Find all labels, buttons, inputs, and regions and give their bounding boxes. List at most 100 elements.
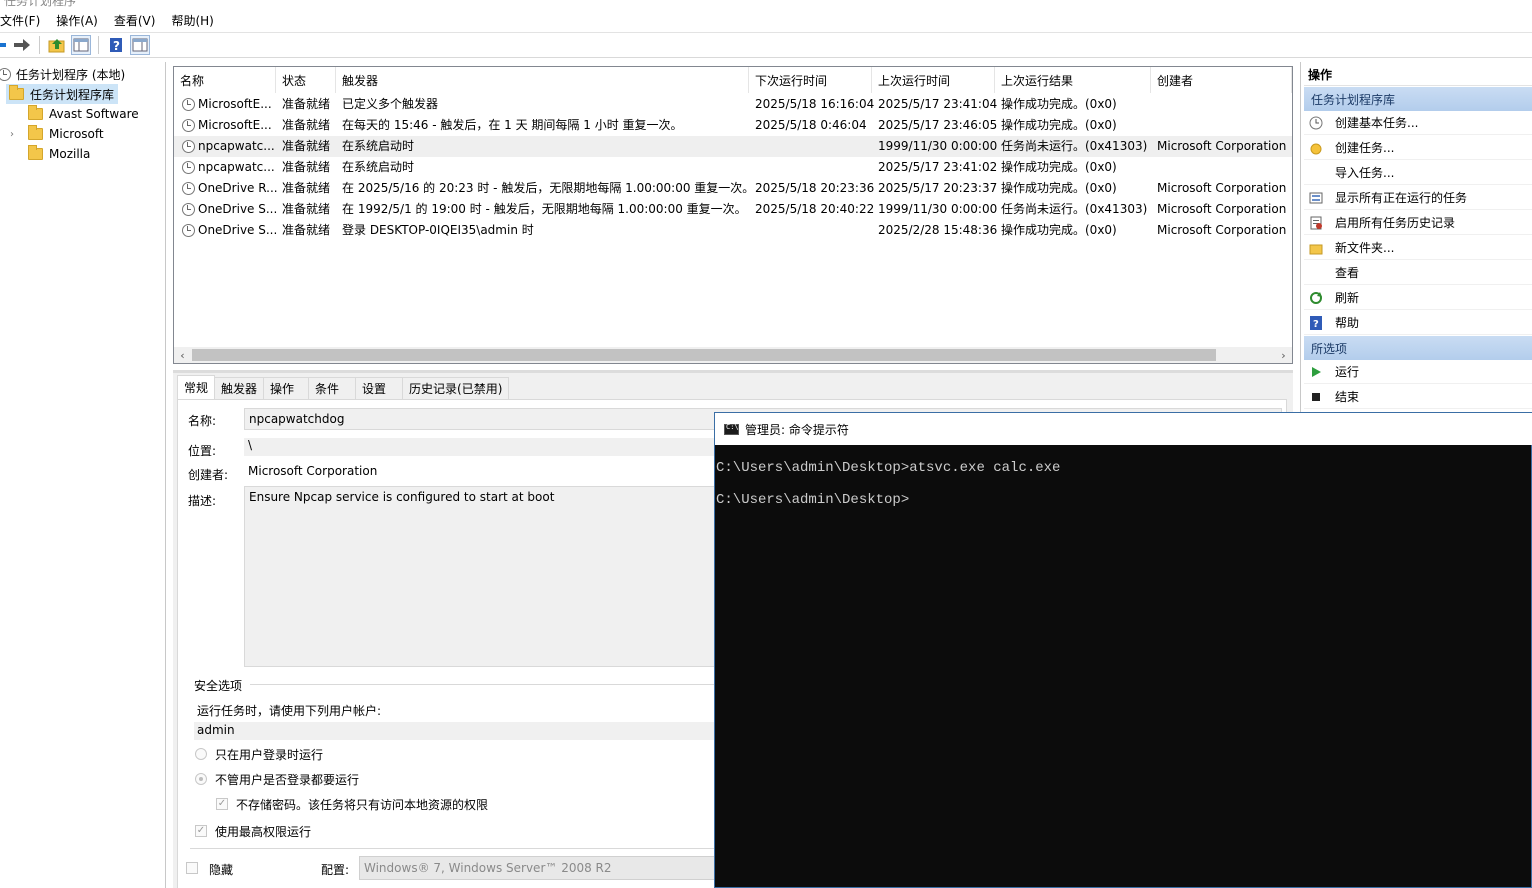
task-last-result: 任务尚未运行。(0x41303) xyxy=(1001,202,1148,216)
task-name: npcapwatc... xyxy=(198,139,275,153)
task-clock-icon xyxy=(182,119,195,132)
task-status: 准备就绪 xyxy=(282,139,331,153)
menu-file[interactable]: 文件(F) xyxy=(0,12,48,29)
actions-section-library[interactable]: 任务计划程序库 xyxy=(1304,87,1532,111)
table-row[interactable]: OneDrive R... 准备就绪在 2025/5/16 的 20:23 时 -… xyxy=(174,178,1292,199)
action-item-label: 显示所有正在运行的任务 xyxy=(1335,191,1468,205)
chevron-right-icon[interactable]: › xyxy=(10,129,28,140)
task-name: MicrosoftE... xyxy=(198,118,272,132)
radio-run-whether-logged-on[interactable] xyxy=(195,773,207,785)
cmd-prompt-line[interactable]: C:\Users\admin\Desktop> xyxy=(716,492,909,508)
checkbox-hidden[interactable] xyxy=(186,862,198,874)
up-folder-icon[interactable] xyxy=(47,35,67,55)
task-last-run: 2025/5/17 23:41:02 xyxy=(878,160,998,174)
svg-text:?: ? xyxy=(1313,319,1319,330)
table-row[interactable]: OneDrive S... 准备就绪在 1992/5/1 的 19:00 时 - … xyxy=(174,199,1292,220)
actions-header: 操作 xyxy=(1304,64,1532,86)
console-tree: 任务计划程序 (本地) 任务计划程序库 Avast Software › Mic… xyxy=(0,62,166,888)
action-item-label: 查看 xyxy=(1335,266,1360,280)
history-icon xyxy=(1309,216,1323,230)
action-item[interactable]: 创建基本任务... xyxy=(1304,111,1532,135)
column-header-trigger[interactable]: 触发器 xyxy=(336,67,749,93)
author-field[interactable]: Microsoft Corporation xyxy=(244,462,724,482)
task-status: 准备就绪 xyxy=(282,97,331,111)
column-header-name[interactable]: 名称 xyxy=(174,67,276,93)
task-next-run: 2025/5/18 0:46:04 xyxy=(755,118,867,132)
action-item-label: 结束 xyxy=(1335,390,1360,404)
do-not-store-password-label: 不存储密码。该任务将只有访问本地资源的权限 xyxy=(236,798,489,812)
scrollbar-thumb[interactable] xyxy=(192,349,1216,361)
action-item-label: 创建基本任务... xyxy=(1335,116,1419,130)
table-row[interactable]: npcapwatc... 准备就绪 在系统启动时 2025/5/17 23:41:02… xyxy=(174,157,1292,178)
column-header-status[interactable]: 状态 xyxy=(276,67,336,93)
tab-actions[interactable]: 操作 xyxy=(263,377,310,399)
tree-item-library[interactable]: 任务计划程序库 xyxy=(6,84,119,104)
action-item[interactable]: 显示所有正在运行的任务 xyxy=(1304,186,1532,210)
task-clock-icon xyxy=(182,224,195,237)
menu-help[interactable]: 帮助(H) xyxy=(171,12,221,29)
action-item[interactable]: 查看 xyxy=(1304,261,1532,285)
action-item[interactable]: 刷新 xyxy=(1304,286,1532,310)
tab-conditions[interactable]: 条件 xyxy=(308,377,357,399)
column-header-last-result[interactable]: 上次运行结果 xyxy=(995,67,1151,93)
column-header-author[interactable]: 创建者 xyxy=(1151,67,1292,93)
checkbox-highest-privileges[interactable]: ✓ xyxy=(195,825,207,837)
tab-general[interactable]: 常规 xyxy=(177,375,216,399)
cmd-output-line: C:\Users\admin\Desktop>atsvc.exe calc.ex… xyxy=(716,460,1061,476)
command-prompt-window[interactable]: 管理员: 命令提示符 C:\Users\admin\Desktop>atsvc.… xyxy=(714,412,1532,888)
task-trigger: 在 2025/5/16 的 20:23 时 - 触发后，无限期地每隔 1.00:… xyxy=(342,181,755,195)
action-item-label: 创建任务... xyxy=(1335,141,1395,155)
tree-item-mozilla[interactable]: Mozilla xyxy=(28,144,90,164)
forward-arrow-icon[interactable] xyxy=(12,35,32,55)
cmd-icon xyxy=(724,423,739,435)
refresh-icon xyxy=(1309,291,1323,305)
create-basic-task-icon xyxy=(1309,116,1323,130)
checkbox-do-not-store-password[interactable]: ✓ xyxy=(216,798,228,810)
column-header-next-run[interactable]: 下次运行时间 xyxy=(749,67,872,93)
hidden-label: 隐藏 xyxy=(209,863,234,877)
show-hide-console-tree-icon[interactable] xyxy=(71,35,91,55)
menu-action[interactable]: 操作(A) xyxy=(56,12,106,29)
scroll-left-icon[interactable]: ‹ xyxy=(174,347,191,363)
tree-item-avast[interactable]: Avast Software xyxy=(28,104,139,124)
radio-run-only-logged-on[interactable] xyxy=(195,748,207,760)
running-tasks-icon xyxy=(1309,191,1323,205)
tab-triggers[interactable]: 触发器 xyxy=(214,377,265,399)
table-row[interactable]: npcapwatc... 准备就绪 在系统启动时 1999/11/30 0:00:00… xyxy=(174,136,1292,157)
tree-item-microsoft[interactable]: › Microsoft xyxy=(10,124,104,144)
tree-item-root[interactable]: 任务计划程序 (本地) xyxy=(0,64,125,84)
menu-view[interactable]: 查看(V) xyxy=(114,12,164,29)
action-item[interactable]: 结束 xyxy=(1304,385,1532,409)
action-item[interactable]: ? 帮助 xyxy=(1304,311,1532,335)
task-author: Microsoft Corporation xyxy=(1157,223,1287,237)
horizontal-scrollbar[interactable]: ‹ › xyxy=(174,347,1292,363)
action-item[interactable]: 新文件夹... xyxy=(1304,236,1532,260)
scheduler-clock-icon xyxy=(0,67,11,81)
tree-folder-label: Microsoft xyxy=(49,127,104,141)
task-clock-icon xyxy=(182,140,195,153)
action-item[interactable]: 启用所有任务历史记录 xyxy=(1304,211,1532,235)
task-next-run: 2025/5/18 20:40:22 xyxy=(755,202,875,216)
column-header-last-run[interactable]: 上次运行时间 xyxy=(872,67,995,93)
actions-section-selected[interactable]: 所选项 xyxy=(1304,336,1532,360)
show-hide-action-pane-icon[interactable] xyxy=(130,35,150,55)
task-status: 准备就绪 xyxy=(282,160,331,174)
back-arrow-icon[interactable] xyxy=(0,35,8,55)
location-field[interactable]: \ xyxy=(244,438,724,456)
action-item[interactable]: 运行 xyxy=(1304,360,1532,384)
name-label: 名称: xyxy=(188,414,217,428)
table-row[interactable]: OneDrive S... 准备就绪 登录 DESKTOP-0IQEI35\admi… xyxy=(174,220,1292,241)
cmd-title-bar[interactable]: 管理员: 命令提示符 xyxy=(715,413,1532,445)
action-item[interactable]: 导入任务... xyxy=(1304,161,1532,185)
configure-for-label: 配置: xyxy=(321,863,350,877)
table-row[interactable]: MicrosoftE... 准备就绪 在每天的 15:46 - 触发后，在 1 天 … xyxy=(174,115,1292,136)
toolbar-separator xyxy=(98,36,99,54)
task-status: 准备就绪 xyxy=(282,223,331,237)
action-item[interactable]: 创建任务... xyxy=(1304,136,1532,160)
action-item-label: 刷新 xyxy=(1335,291,1360,305)
tab-settings[interactable]: 设置 xyxy=(355,377,404,399)
help-icon[interactable]: ? xyxy=(106,35,126,55)
scroll-right-icon[interactable]: › xyxy=(1275,347,1292,363)
tab-history[interactable]: 历史记录(已禁用) xyxy=(402,377,510,399)
table-row[interactable]: MicrosoftE... 准备就绪 已定义多个触发器 2025/5/18 16:16… xyxy=(174,94,1292,115)
